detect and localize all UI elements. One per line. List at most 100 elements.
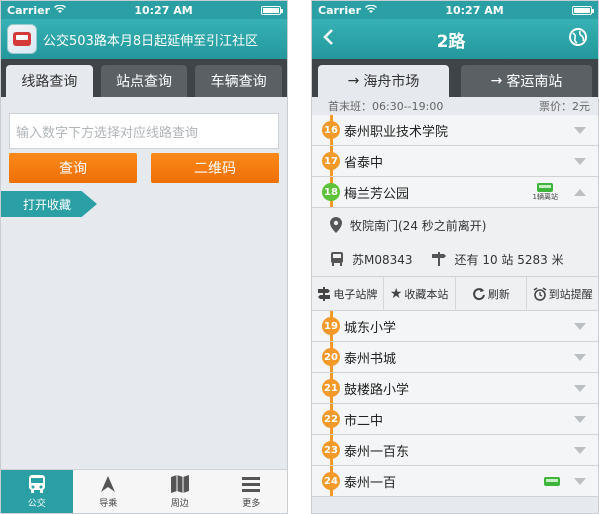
tabbar-item-guide[interactable]: 导乘 [73, 470, 145, 513]
direction-label: 客运南站 [506, 74, 563, 90]
stop-number: 17 [322, 152, 340, 170]
list-item[interactable]: 19 城东小学 [312, 311, 598, 342]
clock: 10:27 AM [445, 3, 504, 17]
stop-name: 城东小学 [344, 320, 397, 336]
bus-icon [537, 182, 554, 192]
list-item[interactable]: 20 泰州书城 [312, 342, 598, 373]
bus-location-row: 牧院南门(24 秒之前离开) [312, 208, 598, 242]
favorite-stop-button[interactable]: ★ 收藏本站 [384, 277, 456, 310]
bus-plate-row: 苏M08343 还有 10 站 5283 米 [312, 242, 598, 276]
expand-icon[interactable] [574, 353, 586, 361]
plate-number: 苏M08343 [352, 252, 413, 267]
battery-icon [571, 5, 594, 15]
tabbar-label: 周边 [170, 499, 189, 509]
bus-icon [28, 475, 45, 493]
action-buttons: 查询 二维码 [9, 153, 279, 183]
carrier-label: Carrier [318, 3, 362, 17]
list-item[interactable]: 21 鼓楼路小学 [312, 373, 598, 404]
app-logo [7, 24, 37, 54]
tab-stop-query[interactable]: 站点查询 [100, 65, 188, 97]
stop-number: 19 [322, 317, 340, 335]
signpost-icon [318, 286, 331, 301]
tab-vehicle-query[interactable]: 车辆查询 [195, 65, 283, 97]
stop-number: 23 [322, 441, 340, 459]
direction-tabs: → 海舟市场 → 客运南站 [312, 59, 598, 97]
list-item[interactable]: 17 省泰中 [312, 146, 598, 177]
expand-icon[interactable] [574, 126, 586, 134]
tabbar-item-more[interactable]: 更多 [216, 470, 288, 513]
refresh-button[interactable]: 刷新 [456, 277, 528, 310]
stop-number: 24 [322, 472, 340, 490]
expand-icon[interactable] [574, 322, 586, 330]
stop-name: 鼓楼路小学 [344, 382, 410, 398]
list-item[interactable]: 24 泰州一百 [312, 466, 598, 497]
bus-status-label: 1辆离站 [532, 192, 558, 201]
tabbar-item-bus[interactable]: 公交 [1, 470, 73, 513]
stop-name: 省泰中 [344, 155, 384, 171]
arrow-right-icon: → [347, 73, 360, 89]
e-stop-sign-button[interactable]: 电子站牌 [312, 277, 384, 310]
wifi-icon [365, 4, 378, 17]
tab-route-query[interactable]: 线路查询 [6, 65, 93, 97]
query-tabs: 线路查询 站点查询 车辆查询 [1, 59, 287, 97]
route-search-input[interactable]: 输入数字下方选择对应线路查询 [9, 113, 279, 149]
bottom-tab-bar: 公交 导乘 周边 更多 [1, 469, 287, 513]
expand-icon[interactable] [574, 477, 586, 485]
action-label: 刷新 [487, 287, 510, 301]
battery-icon [260, 5, 283, 15]
stop-name: 泰州一百 [344, 475, 397, 491]
tab-direction-1[interactable]: → 海舟市场 [318, 65, 449, 97]
status-bar: Carrier 10:27 AM [312, 1, 598, 19]
stop-name: 泰州一百东 [344, 444, 410, 460]
signpost-icon [431, 252, 446, 266]
page-title: 2路 [436, 31, 466, 52]
right-phone-screen: Carrier 10:27 AM 2路 → 海舟市场 → 客运南站 首末班：06… [311, 0, 599, 514]
alarm-icon [533, 286, 547, 301]
left-phone-screen: Carrier 10:27 AM 公交503路本月8日起延伸至引江社区 线路查询… [0, 0, 288, 514]
fare: 票价：2元 [539, 100, 590, 113]
stop-name: 泰州职业技术学院 [344, 124, 449, 140]
list-item[interactable]: 22 市二中 [312, 404, 598, 435]
action-label: 电子站牌 [333, 287, 378, 301]
carrier-group: Carrier [7, 4, 67, 17]
qrcode-button[interactable]: 二维码 [151, 153, 279, 183]
action-label: 到站提醒 [548, 287, 593, 301]
star-icon: ★ [389, 285, 403, 302]
announcement-header: 公交503路本月8日起延伸至引江社区 [1, 19, 287, 59]
stop-number: 20 [322, 348, 340, 366]
arrow-right-icon: → [490, 73, 503, 89]
status-bar: Carrier 10:27 AM [1, 1, 287, 19]
menu-icon [242, 477, 261, 492]
stop-name: 市二中 [344, 413, 384, 429]
stop-number: 21 [322, 379, 340, 397]
collapse-icon[interactable] [574, 188, 586, 196]
stop-name: 梅兰芳公园 [344, 186, 410, 202]
tabbar-item-nearby[interactable]: 周边 [144, 470, 216, 513]
tab-direction-2[interactable]: → 客运南站 [461, 65, 592, 97]
list-item-expanded[interactable]: 18 梅兰芳公园 1辆离站 [312, 177, 598, 208]
expand-icon[interactable] [574, 415, 586, 423]
list-item[interactable]: 16 泰州职业技术学院 [312, 115, 598, 146]
stop-detail-panel: 牧院南门(24 秒之前离开) 苏M08343 还有 10 站 5283 米 电子… [312, 208, 598, 311]
back-icon[interactable] [322, 28, 334, 50]
globe-icon[interactable] [568, 27, 588, 51]
list-item[interactable]: 23 泰州一百东 [312, 435, 598, 466]
route-header: 2路 [312, 19, 598, 59]
stop-number: 18 [322, 183, 340, 201]
stop-number: 22 [322, 410, 340, 428]
remaining-distance: 还有 10 站 5283 米 [454, 252, 564, 267]
carrier-group: Carrier [318, 3, 378, 17]
bus-icon [331, 252, 343, 266]
expand-icon[interactable] [574, 446, 586, 454]
refresh-icon [472, 287, 485, 300]
map-icon [170, 475, 189, 493]
open-favorites-button[interactable]: 打开收藏 [1, 191, 97, 217]
expand-icon[interactable] [574, 384, 586, 392]
stop-actions: 电子站牌 ★ 收藏本站 刷新 到站提醒 [312, 276, 598, 310]
action-label: 收藏本站 [404, 287, 449, 301]
expand-icon[interactable] [574, 157, 586, 165]
stop-name: 泰州书城 [344, 351, 397, 367]
arrival-alarm-button[interactable]: 到站提醒 [527, 277, 598, 310]
query-button[interactable]: 查询 [9, 153, 137, 183]
tabbar-label: 公交 [27, 499, 46, 509]
